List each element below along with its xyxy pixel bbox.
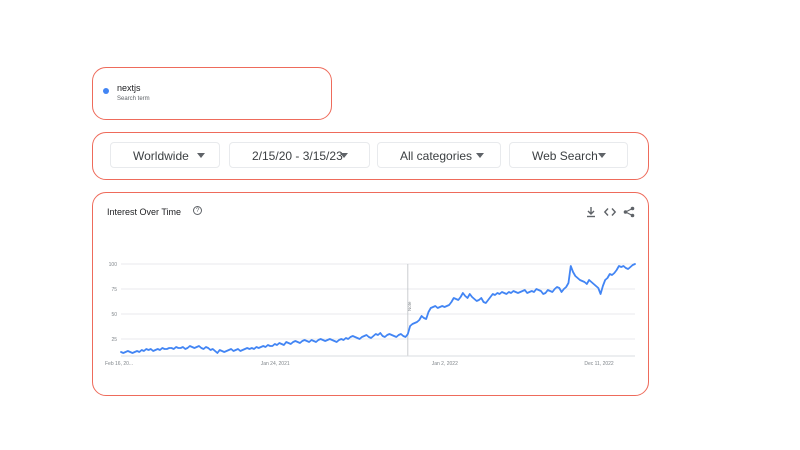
search-type-dropdown[interactable]: Web Search bbox=[509, 142, 628, 168]
interest-line-chart: 100 75 50 25 Note Feb 16, 20... Jan 24, 2021 Ja… bbox=[105, 262, 636, 367]
chevron-down-icon bbox=[598, 153, 606, 158]
y-tick-label: 100 bbox=[109, 262, 118, 268]
x-tick-label: Jan 2, 2022 bbox=[432, 361, 458, 367]
x-tick-label: Feb 16, 20... bbox=[105, 361, 133, 367]
category-label: All categories bbox=[400, 149, 473, 163]
annotation-label: Note bbox=[407, 301, 412, 311]
category-dropdown[interactable]: All categories bbox=[377, 142, 501, 168]
date-range-label: 2/15/20 - 3/15/23 bbox=[252, 149, 343, 163]
filters-bar: Worldwide 2/15/20 - 3/15/23 All categori… bbox=[92, 132, 649, 180]
interest-over-time-card: Interest Over Time ? 100 75 50 25 Note Feb 16… bbox=[92, 192, 649, 396]
location-label: Worldwide bbox=[133, 149, 189, 163]
y-tick-label: 50 bbox=[111, 312, 117, 318]
chevron-down-icon bbox=[476, 153, 484, 158]
y-tick-label: 25 bbox=[111, 337, 117, 343]
y-tick-label: 75 bbox=[111, 287, 117, 293]
x-tick-label: Dec 11, 2022 bbox=[584, 361, 614, 367]
series-line bbox=[120, 263, 636, 354]
location-dropdown[interactable]: Worldwide bbox=[110, 142, 220, 168]
date-range-dropdown[interactable]: 2/15/20 - 3/15/23 bbox=[229, 142, 370, 168]
search-term-subtitle: Search term bbox=[117, 96, 150, 102]
chevron-down-icon bbox=[197, 153, 205, 158]
series-color-dot bbox=[103, 88, 109, 94]
x-tick-label: Jan 24, 2021 bbox=[261, 361, 290, 367]
search-term-card[interactable]: nextjs Search term bbox=[92, 67, 332, 120]
search-type-label: Web Search bbox=[532, 149, 598, 163]
chevron-down-icon bbox=[340, 153, 348, 158]
search-term-name[interactable]: nextjs bbox=[117, 83, 141, 93]
